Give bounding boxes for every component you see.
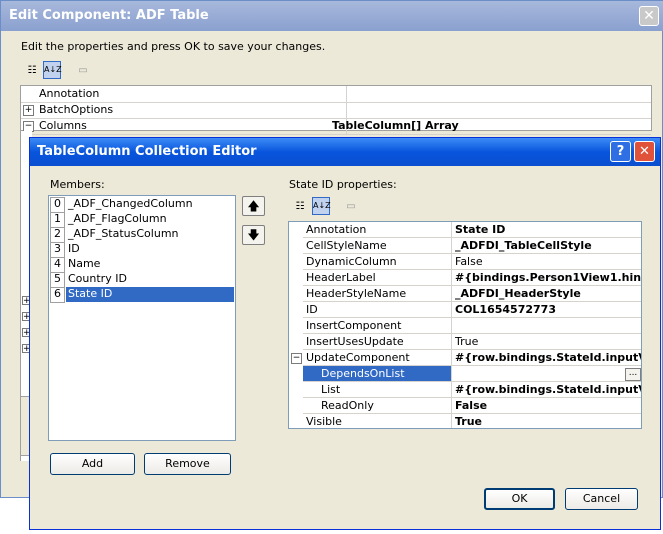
member-name: ID (68, 242, 80, 255)
list-item[interactable]: 0 _ADF_ChangedColumn (50, 197, 234, 213)
property-value[interactable]: State ID (452, 222, 641, 238)
property-value[interactable]: _ADFDI_HeaderStyle (452, 286, 641, 302)
member-index: 0 (50, 197, 65, 213)
outer-instruction-text: Edit the properties and press OK to save… (21, 40, 326, 53)
members-label: Members: (50, 178, 105, 191)
property-name: ID (303, 302, 452, 318)
member-name: _ADF_FlagColumn (68, 212, 167, 225)
property-value[interactable]: #{row.bindings.StateId.inputValu (452, 350, 641, 366)
help-icon[interactable]: ? (610, 141, 631, 162)
categorized-view-icon[interactable]: ☷ (291, 198, 309, 216)
property-value[interactable]: False (452, 398, 641, 414)
member-index: 4 (50, 257, 65, 273)
member-index: 6 (50, 287, 65, 303)
property-name: HeaderLabel (303, 270, 452, 286)
outer-property-grid: Annotation + BatchOptions − Columns Tabl… (20, 85, 652, 135)
member-index: 2 (50, 227, 65, 243)
property-name: UpdateComponent (303, 350, 452, 366)
property-name: CellStyleName (303, 238, 452, 254)
cancel-button[interactable]: Cancel (565, 488, 638, 510)
list-item[interactable]: 4 Name (50, 257, 234, 273)
property-pages-icon[interactable]: ▭ (74, 62, 92, 80)
ok-button[interactable]: OK (484, 488, 555, 510)
categorized-view-icon[interactable]: ☷ (23, 62, 41, 80)
property-pages-icon[interactable]: ▭ (342, 198, 360, 216)
list-item[interactable]: 2 _ADF_StatusColumn (50, 227, 234, 243)
property-value[interactable]: _ADFDI_TableCellStyle (452, 238, 641, 254)
arrow-down-icon: 🡇 (247, 228, 260, 242)
property-row-id[interactable]: ID COL1654572773 (289, 302, 641, 318)
property-name: HeaderStyleName (303, 286, 452, 302)
property-description-panel (288, 430, 642, 480)
outer-row-batchoptions[interactable]: + BatchOptions (21, 102, 651, 119)
outer-row-name: BatchOptions (21, 102, 347, 118)
property-value[interactable]: True (452, 414, 641, 428)
collapse-icon[interactable]: − (291, 353, 302, 364)
member-index: 1 (50, 212, 65, 228)
property-name: DynamicColumn (303, 254, 452, 270)
property-value[interactable]: #{row.bindings.StateId.inputValu (452, 382, 641, 398)
property-row-dynamiccolumn[interactable]: DynamicColumn False (289, 254, 641, 270)
property-name: InsertUsesUpdate (303, 334, 452, 350)
property-row-updatecomponent[interactable]: − UpdateComponent #{row.bindings.StateId… (289, 350, 641, 366)
property-row-headerstylename[interactable]: HeaderStyleName _ADFDI_HeaderStyle (289, 286, 641, 302)
property-name: ReadOnly (303, 398, 452, 414)
members-list: 0 _ADF_ChangedColumn 1 _ADF_FlagColumn 2… (48, 195, 236, 441)
list-item-selected[interactable]: 6 State ID (50, 287, 234, 303)
property-value[interactable] (452, 318, 641, 334)
ellipsis-button[interactable]: ... (625, 368, 641, 381)
remove-button[interactable]: Remove (144, 453, 231, 475)
property-name: List (303, 382, 452, 398)
property-value[interactable]: COL1654572773 (452, 302, 641, 318)
close-icon[interactable]: ✕ (634, 141, 655, 162)
property-grid: Annotation State ID CellStyleName _ADFDI… (288, 221, 642, 429)
tablecolumn-collection-editor: TableColumn Collection Editor ? ✕ Member… (29, 137, 661, 530)
property-row-insertusesupdate[interactable]: InsertUsesUpdate True (289, 334, 641, 350)
member-index: 3 (50, 242, 65, 258)
member-name: State ID (66, 287, 234, 302)
add-button[interactable]: Add (50, 453, 135, 475)
properties-label: State ID properties: (289, 178, 397, 191)
property-row-annotation[interactable]: Annotation State ID (289, 222, 641, 238)
property-name: InsertComponent (303, 318, 452, 334)
property-name: Annotation (303, 222, 452, 238)
member-name: Name (68, 257, 101, 270)
outer-row-value: TableColumn[] Array (332, 119, 459, 132)
alphabetical-sort-icon[interactable]: A↓Z (312, 197, 331, 215)
list-item[interactable]: 1 _ADF_FlagColumn (50, 212, 234, 228)
list-item[interactable]: 3 ID (50, 242, 234, 258)
list-item[interactable]: 5 Country ID (50, 272, 234, 288)
member-name: _ADF_ChangedColumn (68, 197, 193, 210)
property-row-cellstylename[interactable]: CellStyleName _ADFDI_TableCellStyle (289, 238, 641, 254)
outer-row-value (329, 102, 652, 118)
arrow-up-icon: 🡅 (247, 199, 260, 213)
property-value[interactable]: #{bindings.Person1View1.hints.S (452, 270, 641, 286)
property-value[interactable] (452, 366, 641, 382)
property-name: Visible (303, 414, 452, 428)
property-name: DependsOnList (303, 366, 452, 382)
property-row-insertcomponent[interactable]: InsertComponent (289, 318, 641, 334)
property-value[interactable]: True (452, 334, 641, 350)
outer-row-columns[interactable]: − Columns TableColumn[] Array (21, 118, 651, 135)
member-name: Country ID (68, 272, 127, 285)
property-row-list[interactable]: List #{row.bindings.StateId.inputValu (289, 382, 641, 398)
outer-row-name: Annotation (21, 86, 347, 102)
move-down-button[interactable]: 🡇 (242, 225, 265, 245)
member-index: 5 (50, 272, 65, 288)
outer-row-annotation[interactable]: Annotation (21, 86, 651, 103)
move-up-button[interactable]: 🡅 (242, 196, 265, 216)
outer-row-name: Columns (21, 118, 347, 134)
property-row-headerlabel[interactable]: HeaderLabel #{bindings.Person1View1.hint… (289, 270, 641, 286)
member-name: _ADF_StatusColumn (68, 227, 179, 240)
inner-dialog-title: TableColumn Collection Editor (30, 138, 660, 166)
alphabetical-sort-icon[interactable]: A↓Z (43, 61, 62, 79)
outer-close-icon[interactable]: ✕ (639, 6, 659, 26)
property-row-dependsonlist[interactable]: DependsOnList (289, 366, 641, 382)
outer-row-value (329, 86, 652, 102)
property-row-visible[interactable]: Visible True (289, 414, 641, 428)
outer-dialog-title: Edit Component: ADF Table (1, 1, 663, 31)
property-value[interactable]: False (452, 254, 641, 270)
property-row-readonly[interactable]: ReadOnly False (289, 398, 641, 414)
